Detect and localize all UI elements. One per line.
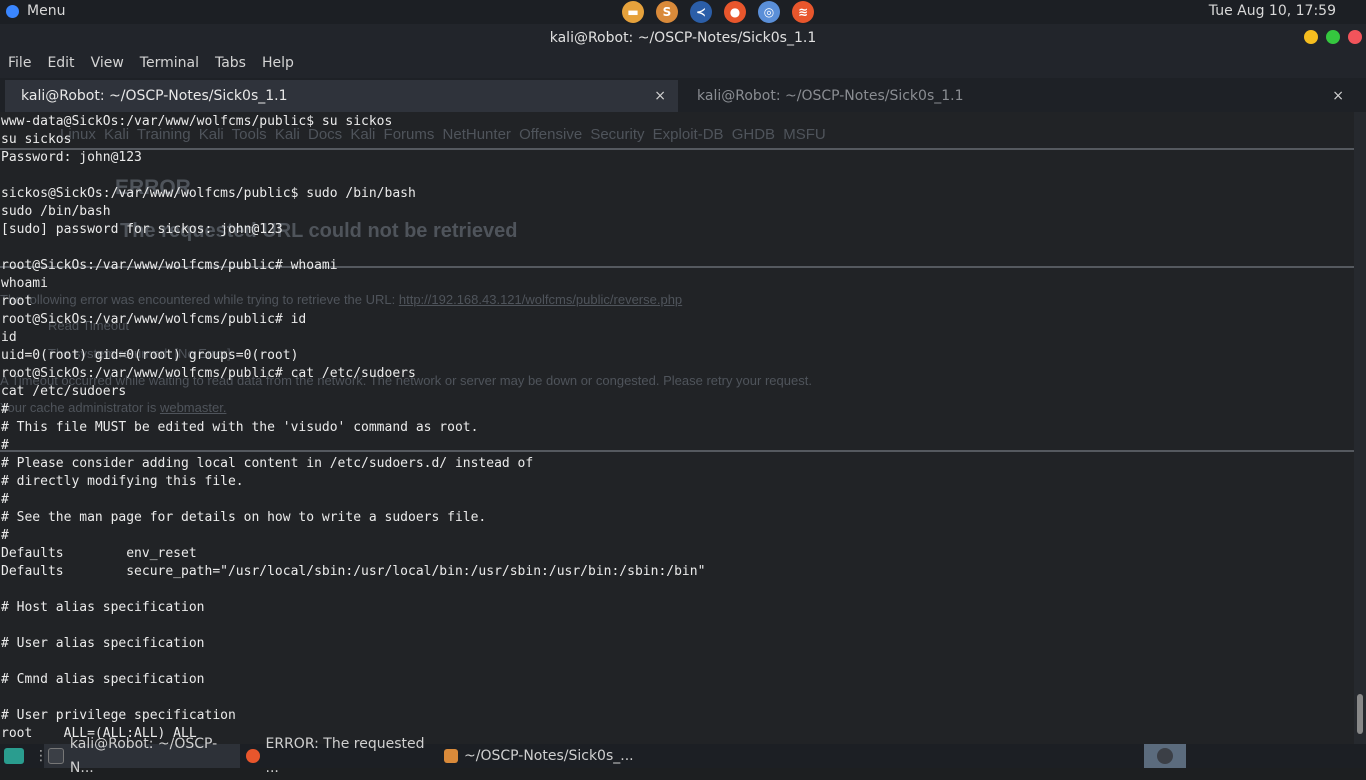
kali-logo-icon bbox=[6, 4, 19, 18]
terminal-lines: www-data@SickOs:/var/www/wolfcms/public$… bbox=[1, 113, 705, 743]
close-icon[interactable]: × bbox=[1332, 80, 1344, 112]
terminal-line: cat /etc/sudoers bbox=[1, 384, 127, 399]
terminal-line: # User alias specification bbox=[1, 636, 205, 651]
terminal-line: # See the man page for details on how to… bbox=[1, 510, 487, 525]
scrollbar-thumb[interactable] bbox=[1357, 694, 1363, 734]
terminal-line: # Host alias specification bbox=[1, 600, 205, 615]
tab-bar: kali@Robot: ~/OSCP-Notes/Sick0s_1.1 × ka… bbox=[0, 78, 1366, 112]
terminal-line: # bbox=[1, 528, 9, 543]
taskbar: ⋮ kali@Robot: ~/OSCP-N... ERROR: The req… bbox=[0, 736, 1366, 776]
terminal-line: # Cmnd alias specification bbox=[1, 672, 205, 687]
terminal-line: uid=0(root) gid=0(root) groups=0(root) bbox=[1, 348, 299, 363]
workspace-switcher[interactable] bbox=[1144, 744, 1186, 768]
terminal-line: www-data@SickOs:/var/www/wolfcms/public$… bbox=[1, 114, 393, 129]
clock[interactable]: Tue Aug 10, 17:59 bbox=[1209, 3, 1336, 19]
chromium-icon[interactable]: ◎ bbox=[758, 1, 780, 23]
burp-icon[interactable]: ≋ bbox=[792, 1, 814, 23]
terminal-line: whoami bbox=[1, 276, 48, 291]
close-icon[interactable]: × bbox=[654, 80, 666, 112]
firefox-icon[interactable]: ● bbox=[724, 1, 746, 23]
terminal-line: root@SickOs:/var/www/wolfcms/public# cat… bbox=[1, 366, 416, 381]
sublime-icon[interactable]: S bbox=[656, 1, 678, 23]
terminal-line: sickos@SickOs:/var/www/wolfcms/public$ s… bbox=[1, 186, 416, 201]
tab-label: kali@Robot: ~/OSCP-Notes/Sick0s_1.1 bbox=[21, 88, 288, 104]
terminal-line: # Please consider adding local content i… bbox=[1, 456, 534, 471]
menu-edit[interactable]: Edit bbox=[39, 52, 82, 78]
app-menu-label: Menu bbox=[27, 3, 66, 19]
window-title: kali@Robot: ~/OSCP-Notes/Sick0s_1.1 bbox=[549, 30, 817, 46]
terminal-line: # User privilege specification bbox=[1, 708, 236, 723]
taskbar-separator-handle: ⋮ bbox=[34, 748, 48, 764]
menu-bar: File Edit View Terminal Tabs Help bbox=[0, 52, 1366, 78]
terminal-line: su sickos bbox=[1, 132, 72, 147]
terminal-line: # directly modifying this file. bbox=[1, 474, 244, 489]
task-terminal[interactable]: kali@Robot: ~/OSCP-N... bbox=[44, 736, 240, 776]
tab-label: kali@Robot: ~/OSCP-Notes/Sick0s_1.1 bbox=[697, 88, 964, 104]
terminal-line: # bbox=[1, 492, 9, 507]
terminal-icon bbox=[48, 748, 64, 764]
terminal-line: [sudo] password for sickos: john@123 bbox=[1, 222, 283, 237]
menu-tabs[interactable]: Tabs bbox=[207, 52, 254, 78]
vscode-icon[interactable]: ≺ bbox=[690, 1, 712, 23]
menu-terminal[interactable]: Terminal bbox=[132, 52, 207, 78]
launcher-bar: ▬ S ≺ ● ◎ ≋ bbox=[622, 0, 814, 24]
window-title-bar: kali@Robot: ~/OSCP-Notes/Sick0s_1.1 bbox=[0, 24, 1366, 52]
terminal-output[interactable]: Linux Kali Training Kali Tools Kali Docs… bbox=[0, 112, 1354, 744]
tab-terminal-1[interactable]: kali@Robot: ~/OSCP-Notes/Sick0s_1.1 × bbox=[5, 80, 678, 112]
terminal-line: sudo /bin/bash bbox=[1, 204, 111, 219]
top-panel: Menu ▬ S ≺ ● ◎ ≋ Tue Aug 10, 17:59 bbox=[0, 0, 1366, 24]
menu-view[interactable]: View bbox=[83, 52, 132, 78]
terminal-line: Password: john@123 bbox=[1, 150, 142, 165]
terminal-line: Defaults secure_path="/usr/local/sbin:/u… bbox=[1, 564, 706, 579]
menu-file[interactable]: File bbox=[0, 52, 39, 78]
firefox-icon bbox=[246, 749, 260, 763]
task-label: ERROR: The requested ... bbox=[265, 736, 425, 776]
sublime-icon bbox=[444, 749, 458, 763]
task-label: ~/OSCP-Notes/Sick0s_... bbox=[464, 748, 634, 764]
terminal-line: # bbox=[1, 402, 9, 417]
minimize-button[interactable] bbox=[1304, 30, 1318, 44]
terminal-icon bbox=[1157, 748, 1173, 764]
terminal-line: root bbox=[1, 294, 33, 309]
maximize-button[interactable] bbox=[1326, 30, 1340, 44]
close-window-button[interactable] bbox=[1348, 30, 1362, 44]
terminal-line: # This file MUST be edited with the 'vis… bbox=[1, 420, 479, 435]
menu-help[interactable]: Help bbox=[254, 52, 302, 78]
terminal-line: id bbox=[1, 330, 17, 345]
task-label: kali@Robot: ~/OSCP-N... bbox=[69, 736, 218, 776]
tab-terminal-2[interactable]: kali@Robot: ~/OSCP-Notes/Sick0s_1.1 × bbox=[683, 80, 1356, 112]
show-desktop-button[interactable] bbox=[4, 744, 26, 768]
files-icon[interactable]: ▬ bbox=[622, 1, 644, 23]
terminal-scrollbar[interactable] bbox=[1354, 112, 1366, 744]
desktop-icon bbox=[4, 748, 24, 764]
terminal-line: root@SickOs:/var/www/wolfcms/public# who… bbox=[1, 258, 338, 273]
terminal-line: Defaults env_reset bbox=[1, 546, 197, 561]
terminal-line: # bbox=[1, 438, 9, 453]
terminal-line: root@SickOs:/var/www/wolfcms/public# id bbox=[1, 312, 307, 327]
task-firefox[interactable]: ERROR: The requested ... bbox=[244, 736, 436, 776]
app-menu-button[interactable]: Menu bbox=[6, 3, 65, 19]
task-sublime[interactable]: ~/OSCP-Notes/Sick0s_... bbox=[442, 744, 642, 768]
